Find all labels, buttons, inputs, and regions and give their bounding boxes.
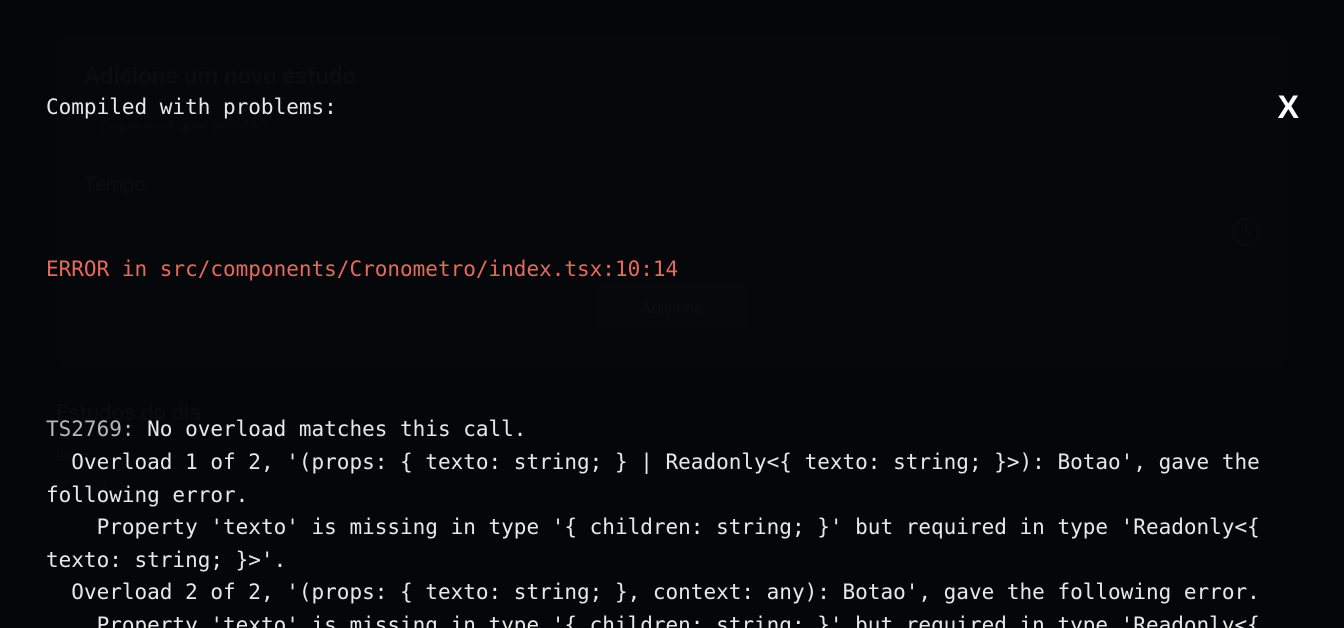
error-message: TS2769: No overload matches this call. O… — [46, 413, 1298, 628]
overlay-header: Compiled with problems: X — [46, 91, 1298, 124]
error-overlay: Compiled with problems: X ERROR in src/c… — [0, 0, 1344, 628]
close-icon[interactable]: X — [1278, 91, 1298, 123]
error-location: ERROR in src/components/Cronometro/index… — [46, 253, 1298, 286]
overlay-title: Compiled with problems: — [46, 91, 337, 124]
